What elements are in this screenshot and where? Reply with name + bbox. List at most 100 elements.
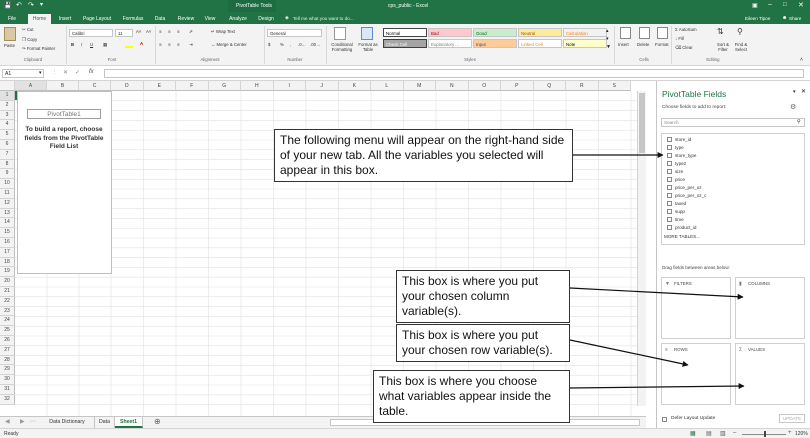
currency-icon[interactable]: $ (268, 42, 270, 47)
italic-button[interactable]: I (81, 42, 82, 47)
insert-cells-icon[interactable] (620, 27, 631, 39)
pane-options-icon[interactable]: ▾ (793, 89, 796, 95)
shrink-font-icon[interactable]: A˅ (146, 29, 151, 34)
collapse-ribbon-icon[interactable]: ˄ (800, 57, 803, 63)
user-name[interactable]: Eileen Tipoe (745, 16, 770, 21)
sheet-tab-data[interactable]: Data (95, 417, 115, 428)
field-checkbox[interactable] (667, 153, 672, 159)
field-checkbox[interactable] (667, 177, 672, 183)
enter-icon[interactable]: ✓ (75, 69, 80, 76)
cut-button[interactable]: ✂ Cut (22, 27, 34, 33)
grow-font-icon[interactable]: A˄ (136, 29, 141, 34)
format-as-table-button[interactable]: Format as Table (357, 42, 379, 52)
more-tables-link[interactable]: MORE TABLES... (664, 234, 700, 239)
decrease-decimal-icon[interactable]: .00→ (310, 42, 320, 47)
tab-design[interactable]: Design (255, 14, 277, 24)
field-checkbox[interactable] (667, 185, 672, 191)
column-header[interactable]: K (338, 81, 371, 91)
name-box-dropdown-icon[interactable]: ▾ (39, 70, 42, 76)
row-header[interactable]: 30 (0, 375, 15, 385)
sheet-next-icon[interactable]: ▶ (20, 418, 25, 425)
row-header[interactable]: 13 (0, 208, 15, 219)
tab-file[interactable]: File (4, 14, 20, 24)
row-header[interactable]: 19 (0, 267, 15, 278)
align-bottom-icon[interactable]: ≡ (177, 29, 180, 34)
column-header[interactable]: I (273, 81, 306, 91)
field-item[interactable]: price_per_oz (667, 184, 702, 192)
select-all-corner[interactable] (0, 81, 15, 91)
row-header[interactable]: 29 (0, 365, 15, 376)
increase-decimal-icon[interactable]: .0← (298, 42, 306, 47)
row-header[interactable]: 25 (0, 326, 15, 336)
row-header[interactable]: 21 (0, 287, 15, 297)
conditional-formatting-icon[interactable] (334, 27, 346, 40)
ribbon-display-icon[interactable]: ▣ (752, 2, 758, 9)
minimize-icon[interactable]: – (768, 1, 772, 8)
row-header[interactable]: 26 (0, 336, 15, 346)
scrollbar-thumb[interactable] (639, 93, 645, 153)
columns-area[interactable]: ▮ COLUMNS (735, 277, 805, 339)
fill-color-icon[interactable] (125, 42, 133, 48)
row-header[interactable]: 5 (0, 130, 15, 140)
tab-review[interactable]: Review (174, 14, 198, 24)
row-header[interactable]: 22 (0, 296, 15, 307)
row-header[interactable]: 28 (0, 355, 15, 366)
field-checkbox[interactable] (667, 209, 672, 215)
autosum-button[interactable]: Σ AutoSum (675, 27, 697, 32)
sheet-tab-sheet1[interactable]: Sheet1 (115, 417, 143, 428)
format-cells-icon[interactable] (657, 27, 668, 39)
page-break-view-icon[interactable]: ▥ (720, 430, 726, 437)
align-top-icon[interactable]: ≡ (159, 29, 162, 34)
zoom-slider-thumb[interactable] (764, 431, 766, 437)
gear-icon[interactable]: ⚙ (790, 103, 796, 111)
copy-button[interactable]: ❐ Copy (22, 37, 37, 43)
column-header[interactable]: F (176, 81, 209, 91)
column-header[interactable]: A (15, 81, 47, 91)
values-area[interactable]: Σ VALUES (735, 343, 805, 405)
delete-button[interactable]: Delete (637, 42, 649, 47)
cell-style-explanatory[interactable]: Explanatory ... (428, 39, 472, 48)
format-as-table-icon[interactable] (361, 27, 373, 40)
row-header[interactable]: 12 (0, 198, 15, 209)
column-header[interactable]: E (143, 81, 176, 91)
customize-toolbar-icon[interactable]: ▾ (40, 1, 43, 8)
field-item[interactable]: price (667, 176, 685, 184)
row-header[interactable]: 18 (0, 257, 15, 268)
row-header[interactable]: 7 (0, 149, 15, 160)
column-header[interactable]: P (501, 81, 534, 91)
cell-style-normal[interactable]: Normal (383, 28, 427, 37)
field-item[interactable]: type (667, 144, 684, 152)
format-button[interactable]: Format (655, 42, 669, 47)
row-header[interactable]: 8 (0, 159, 15, 170)
column-header[interactable]: G (208, 81, 241, 91)
number-format-select[interactable]: General (267, 29, 322, 37)
font-color-icon[interactable]: A (140, 41, 143, 46)
column-header[interactable]: D (111, 81, 144, 91)
add-sheet-icon[interactable]: ⊕ (154, 417, 161, 426)
cell-style-good[interactable]: Good (473, 28, 517, 37)
gallery-down-icon[interactable]: ▾ (606, 36, 609, 42)
sheet-tab-data-dictionary[interactable]: Data Dictionary (40, 417, 95, 428)
fill-button[interactable]: ↓ Fill (675, 36, 684, 41)
bold-button[interactable]: B (71, 42, 74, 47)
formula-input[interactable] (104, 69, 804, 78)
field-item[interactable]: supp (667, 208, 685, 216)
tab-page-layout[interactable]: Page Layout (80, 14, 114, 24)
underline-button[interactable]: U (90, 42, 93, 47)
row-header[interactable]: 24 (0, 316, 15, 327)
row-header[interactable]: 15 (0, 228, 15, 238)
align-center-icon[interactable]: ≡ (168, 42, 171, 47)
field-item[interactable]: taxed (667, 200, 686, 208)
field-checkbox[interactable] (667, 161, 672, 167)
redo-icon[interactable]: ↷ (28, 1, 34, 9)
gallery-up-icon[interactable]: ▴ (606, 28, 609, 34)
field-checkbox[interactable] (667, 137, 672, 143)
pane-close-icon[interactable]: ✕ (801, 88, 806, 95)
column-header[interactable]: O (468, 81, 501, 91)
gallery-more-icon[interactable]: ▼ (606, 44, 611, 50)
insert-button[interactable]: Insert (618, 42, 629, 47)
field-checkbox[interactable] (667, 201, 672, 207)
name-box[interactable]: A1 (2, 69, 44, 78)
row-header[interactable]: 2 (0, 100, 15, 111)
borders-icon[interactable]: ▦ (103, 42, 107, 48)
